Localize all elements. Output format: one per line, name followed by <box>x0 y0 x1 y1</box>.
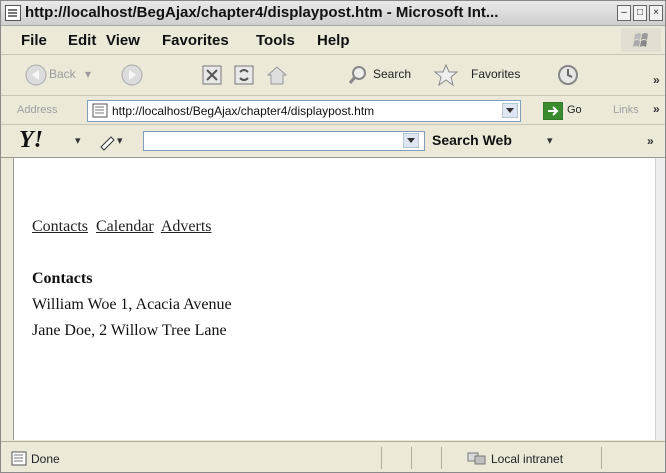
page-content: Contacts Calendar Adverts Contacts Willi… <box>13 158 656 440</box>
go-arrow-icon[interactable] <box>543 102 563 120</box>
history-icon[interactable] <box>557 64 579 86</box>
yahoo-more-icon[interactable]: » <box>647 134 654 148</box>
search-web-dropdown-icon[interactable]: ▾ <box>547 134 553 147</box>
links-more-icon[interactable]: » <box>653 102 660 116</box>
menu-help[interactable]: Help <box>317 32 350 49</box>
yahoo-toolbar: Y! ▾ ▾ Search Web ▾ » <box>1 125 665 158</box>
favorites-star-icon[interactable] <box>433 63 459 87</box>
back-arrow-icon[interactable] <box>25 64 47 86</box>
menu-favorites[interactable]: Favorites <box>162 32 229 49</box>
contact-item: Jane Doe, 2 Willow Tree Lane <box>32 322 227 339</box>
status-divider <box>411 447 412 469</box>
back-dropdown-icon[interactable]: ▾ <box>85 67 91 81</box>
favorites-button[interactable]: Favorites <box>471 67 520 81</box>
calendar-link[interactable]: Calendar <box>96 218 154 235</box>
nav-links: Contacts Calendar Adverts <box>32 218 216 236</box>
search-icon[interactable] <box>347 64 369 86</box>
home-icon[interactable] <box>265 64 289 86</box>
status-text: Done <box>31 452 60 466</box>
contact-item: William Woe 1, Acacia Avenue <box>32 296 232 313</box>
search-web-button[interactable]: Search Web <box>432 132 512 148</box>
status-divider <box>441 447 442 469</box>
address-input[interactable]: http://localhost/BegAjax/chapter4/displa… <box>87 100 521 122</box>
adverts-link[interactable]: Adverts <box>161 218 212 235</box>
yahoo-logo[interactable]: Y! <box>19 127 43 154</box>
standard-toolbar: Back ▾ Search Favorites » <box>1 55 665 96</box>
menu-file[interactable]: File <box>21 32 47 49</box>
page-icon <box>5 5 21 21</box>
minimize-button[interactable]: – <box>617 5 631 21</box>
forward-arrow-icon[interactable] <box>121 64 143 86</box>
menu-view[interactable]: View <box>106 32 140 49</box>
close-button[interactable]: × <box>649 5 663 21</box>
status-divider <box>381 447 382 469</box>
stop-icon[interactable] <box>201 64 223 86</box>
security-zone: Local intranet <box>491 452 564 466</box>
windows-logo-icon <box>621 28 661 52</box>
local-intranet-icon <box>467 452 486 465</box>
maximize-button[interactable]: □ <box>633 5 647 21</box>
yahoo-dropdown-icon[interactable]: ▾ <box>75 134 81 147</box>
links-button[interactable]: Links <box>613 104 639 116</box>
status-bar: Done Local intranet <box>1 441 665 472</box>
vertical-scrollbar[interactable] <box>655 158 665 440</box>
menu-tools[interactable]: Tools <box>256 32 295 49</box>
pencil-icon[interactable] <box>97 131 117 151</box>
toolbar-more-icon[interactable]: » <box>653 73 660 87</box>
refresh-icon[interactable] <box>233 64 255 86</box>
go-button[interactable]: Go <box>567 104 582 116</box>
status-divider <box>601 447 602 469</box>
yahoo-search-input[interactable] <box>143 131 425 151</box>
address-bar: Address http://localhost/BegAjax/chapter… <box>1 96 665 125</box>
browser-window: http://localhost/BegAjax/chapter4/displa… <box>0 0 666 473</box>
contacts-heading: Contacts <box>32 270 93 287</box>
address-dropdown-icon[interactable] <box>502 103 518 118</box>
back-button[interactable]: Back <box>49 67 76 81</box>
address-label: Address <box>17 104 58 116</box>
pencil-dropdown-icon[interactable]: ▾ <box>117 134 123 147</box>
menu-edit[interactable]: Edit <box>68 32 96 49</box>
address-url: http://localhost/BegAjax/chapter4/displa… <box>112 104 375 118</box>
page-icon <box>11 451 27 466</box>
title-bar: http://localhost/BegAjax/chapter4/displa… <box>1 1 665 26</box>
contacts-link[interactable]: Contacts <box>32 218 88 235</box>
window-title: http://localhost/BegAjax/chapter4/displa… <box>25 4 499 21</box>
page-icon <box>92 103 108 118</box>
menu-bar: File Edit View Favorites Tools Help <box>1 26 665 55</box>
search-button[interactable]: Search <box>373 67 411 81</box>
yahoo-input-dropdown-icon[interactable] <box>403 133 419 148</box>
